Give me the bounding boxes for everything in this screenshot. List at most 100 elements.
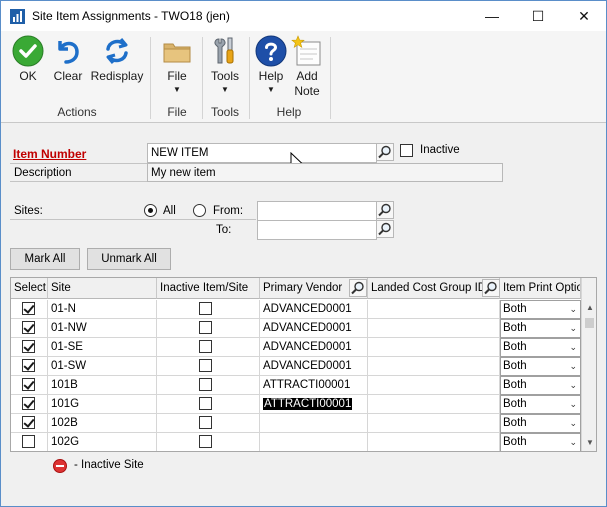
item-print-option-dropdown[interactable]: Both ⌄ xyxy=(500,357,581,376)
maximize-button[interactable]: ☐ xyxy=(515,1,561,31)
select-checkbox[interactable] xyxy=(22,416,35,429)
primary-vendor-cell[interactable]: ADVANCED0001 xyxy=(260,357,368,376)
column-header-site[interactable]: Site xyxy=(48,278,157,299)
item-number-label[interactable]: Item Number xyxy=(13,147,86,161)
primary-vendor-cell[interactable]: ADVANCED0001 xyxy=(260,319,368,338)
landed-cost-group-cell[interactable] xyxy=(368,433,500,451)
sites-all-radio[interactable] xyxy=(144,204,157,217)
landed-cost-group-cell[interactable] xyxy=(368,300,500,319)
landed-cost-group-cell[interactable] xyxy=(368,414,500,433)
to-site-field[interactable] xyxy=(257,220,377,240)
vertical-scrollbar[interactable]: ▲ ▼ xyxy=(581,278,596,451)
from-site-lookup-icon[interactable] xyxy=(376,201,394,219)
inactive-item-site-checkbox[interactable] xyxy=(199,321,212,334)
primary-vendor-cell[interactable]: ADVANCED0001 xyxy=(260,338,368,357)
chevron-down-icon[interactable]: ⌄ xyxy=(569,434,577,451)
item-print-option-dropdown[interactable]: Both ⌄ xyxy=(500,395,581,414)
primary-vendor-cell[interactable]: ATTRACTI00001 xyxy=(260,395,368,414)
column-header-inactive[interactable]: Inactive Item/Site xyxy=(157,278,260,299)
select-cell[interactable] xyxy=(11,414,48,433)
column-header-item-print-option[interactable]: Item Print Option xyxy=(500,278,581,299)
tools-menu-button[interactable]: Tools ▼ xyxy=(207,35,243,95)
landed-cost-group-cell[interactable] xyxy=(368,376,500,395)
table-row[interactable]: 102B Both ⌄ xyxy=(11,414,581,433)
inactive-item-site-checkbox[interactable] xyxy=(199,378,212,391)
table-row[interactable]: 01-SW ADVANCED0001 Both ⌄ xyxy=(11,357,581,376)
inactive-cell[interactable] xyxy=(157,414,260,433)
inactive-item-site-checkbox[interactable] xyxy=(199,302,212,315)
item-print-option-dropdown[interactable]: Both ⌄ xyxy=(500,300,581,319)
inactive-cell[interactable] xyxy=(157,395,260,414)
select-cell[interactable] xyxy=(11,357,48,376)
redisplay-button[interactable]: Redisplay xyxy=(90,35,144,84)
landed-cost-group-cell[interactable] xyxy=(368,395,500,414)
ok-button[interactable]: OK xyxy=(9,35,47,84)
inactive-item-site-checkbox[interactable] xyxy=(199,397,212,410)
item-number-lookup-icon[interactable] xyxy=(376,143,394,161)
sites-from-radio[interactable] xyxy=(193,204,206,217)
landed-cost-group-cell[interactable] xyxy=(368,357,500,376)
vendor-lookup-icon[interactable] xyxy=(349,279,367,297)
column-header-select[interactable]: Select xyxy=(11,278,48,299)
select-checkbox[interactable] xyxy=(22,340,35,353)
from-site-field[interactable] xyxy=(257,201,377,221)
chevron-down-icon[interactable]: ⌄ xyxy=(569,339,577,356)
mark-all-button[interactable]: Mark All xyxy=(10,248,80,270)
landed-cost-lookup-icon[interactable] xyxy=(482,279,500,297)
chevron-down-icon[interactable]: ⌄ xyxy=(569,301,577,318)
add-note-button[interactable]: Add Note xyxy=(289,35,325,99)
select-cell[interactable] xyxy=(11,433,48,451)
item-print-option-dropdown[interactable]: Both ⌄ xyxy=(500,433,581,451)
select-checkbox[interactable] xyxy=(22,359,35,372)
file-menu-button[interactable]: File ▼ xyxy=(159,35,195,95)
table-row[interactable]: 01-N ADVANCED0001 Both ⌄ xyxy=(11,300,581,319)
minimize-button[interactable]: — xyxy=(469,1,515,31)
description-field[interactable]: My new item xyxy=(147,163,503,182)
item-print-option-dropdown[interactable]: Both ⌄ xyxy=(500,319,581,338)
primary-vendor-cell[interactable] xyxy=(260,433,368,451)
item-number-field[interactable]: NEW ITEM xyxy=(147,143,377,163)
landed-cost-group-cell[interactable] xyxy=(368,319,500,338)
table-row[interactable]: 102G Both ⌄ xyxy=(11,433,581,451)
inactive-cell[interactable] xyxy=(157,338,260,357)
scroll-up-arrow-icon[interactable]: ▲ xyxy=(582,300,596,316)
primary-vendor-cell[interactable]: ATTRACTI00001 xyxy=(260,376,368,395)
select-cell[interactable] xyxy=(11,300,48,319)
select-cell[interactable] xyxy=(11,319,48,338)
close-button[interactable]: ✕ xyxy=(561,1,606,31)
inactive-item-site-checkbox[interactable] xyxy=(199,435,212,448)
unmark-all-button[interactable]: Unmark All xyxy=(87,248,171,270)
primary-vendor-cell[interactable]: ADVANCED0001 xyxy=(260,300,368,319)
select-cell[interactable] xyxy=(11,395,48,414)
table-row[interactable]: 101B ATTRACTI00001 Both ⌄ xyxy=(11,376,581,395)
select-cell[interactable] xyxy=(11,338,48,357)
column-header-landed-cost-group[interactable]: Landed Cost Group ID xyxy=(368,278,500,299)
select-checkbox[interactable] xyxy=(22,302,35,315)
landed-cost-group-cell[interactable] xyxy=(368,338,500,357)
to-site-lookup-icon[interactable] xyxy=(376,220,394,238)
chevron-down-icon[interactable]: ⌄ xyxy=(569,320,577,337)
scroll-down-arrow-icon[interactable]: ▼ xyxy=(582,435,596,451)
primary-vendor-selected-text[interactable]: ATTRACTI00001 xyxy=(263,398,353,410)
chevron-down-icon[interactable]: ⌄ xyxy=(569,358,577,375)
chevron-down-icon[interactable]: ⌄ xyxy=(569,396,577,413)
select-checkbox[interactable] xyxy=(22,435,35,448)
chevron-down-icon[interactable]: ⌄ xyxy=(569,415,577,432)
item-print-option-dropdown[interactable]: Both ⌄ xyxy=(500,376,581,395)
item-print-option-dropdown[interactable]: Both ⌄ xyxy=(500,414,581,433)
scroll-thumb[interactable] xyxy=(585,318,594,328)
inactive-item-site-checkbox[interactable] xyxy=(199,340,212,353)
inactive-item-site-checkbox[interactable] xyxy=(199,416,212,429)
inactive-item-site-checkbox[interactable] xyxy=(199,359,212,372)
inactive-cell[interactable] xyxy=(157,300,260,319)
inactive-cell[interactable] xyxy=(157,433,260,451)
chevron-down-icon[interactable]: ⌄ xyxy=(569,377,577,394)
select-cell[interactable] xyxy=(11,376,48,395)
table-row[interactable]: 01-NW ADVANCED0001 Both ⌄ xyxy=(11,319,581,338)
table-row[interactable]: 101G ATTRACTI00001 Both ⌄ xyxy=(11,395,581,414)
table-row[interactable]: 01-SE ADVANCED0001 Both ⌄ xyxy=(11,338,581,357)
clear-button[interactable]: Clear xyxy=(51,35,85,84)
primary-vendor-cell[interactable] xyxy=(260,414,368,433)
item-print-option-dropdown[interactable]: Both ⌄ xyxy=(500,338,581,357)
inactive-cell[interactable] xyxy=(157,319,260,338)
